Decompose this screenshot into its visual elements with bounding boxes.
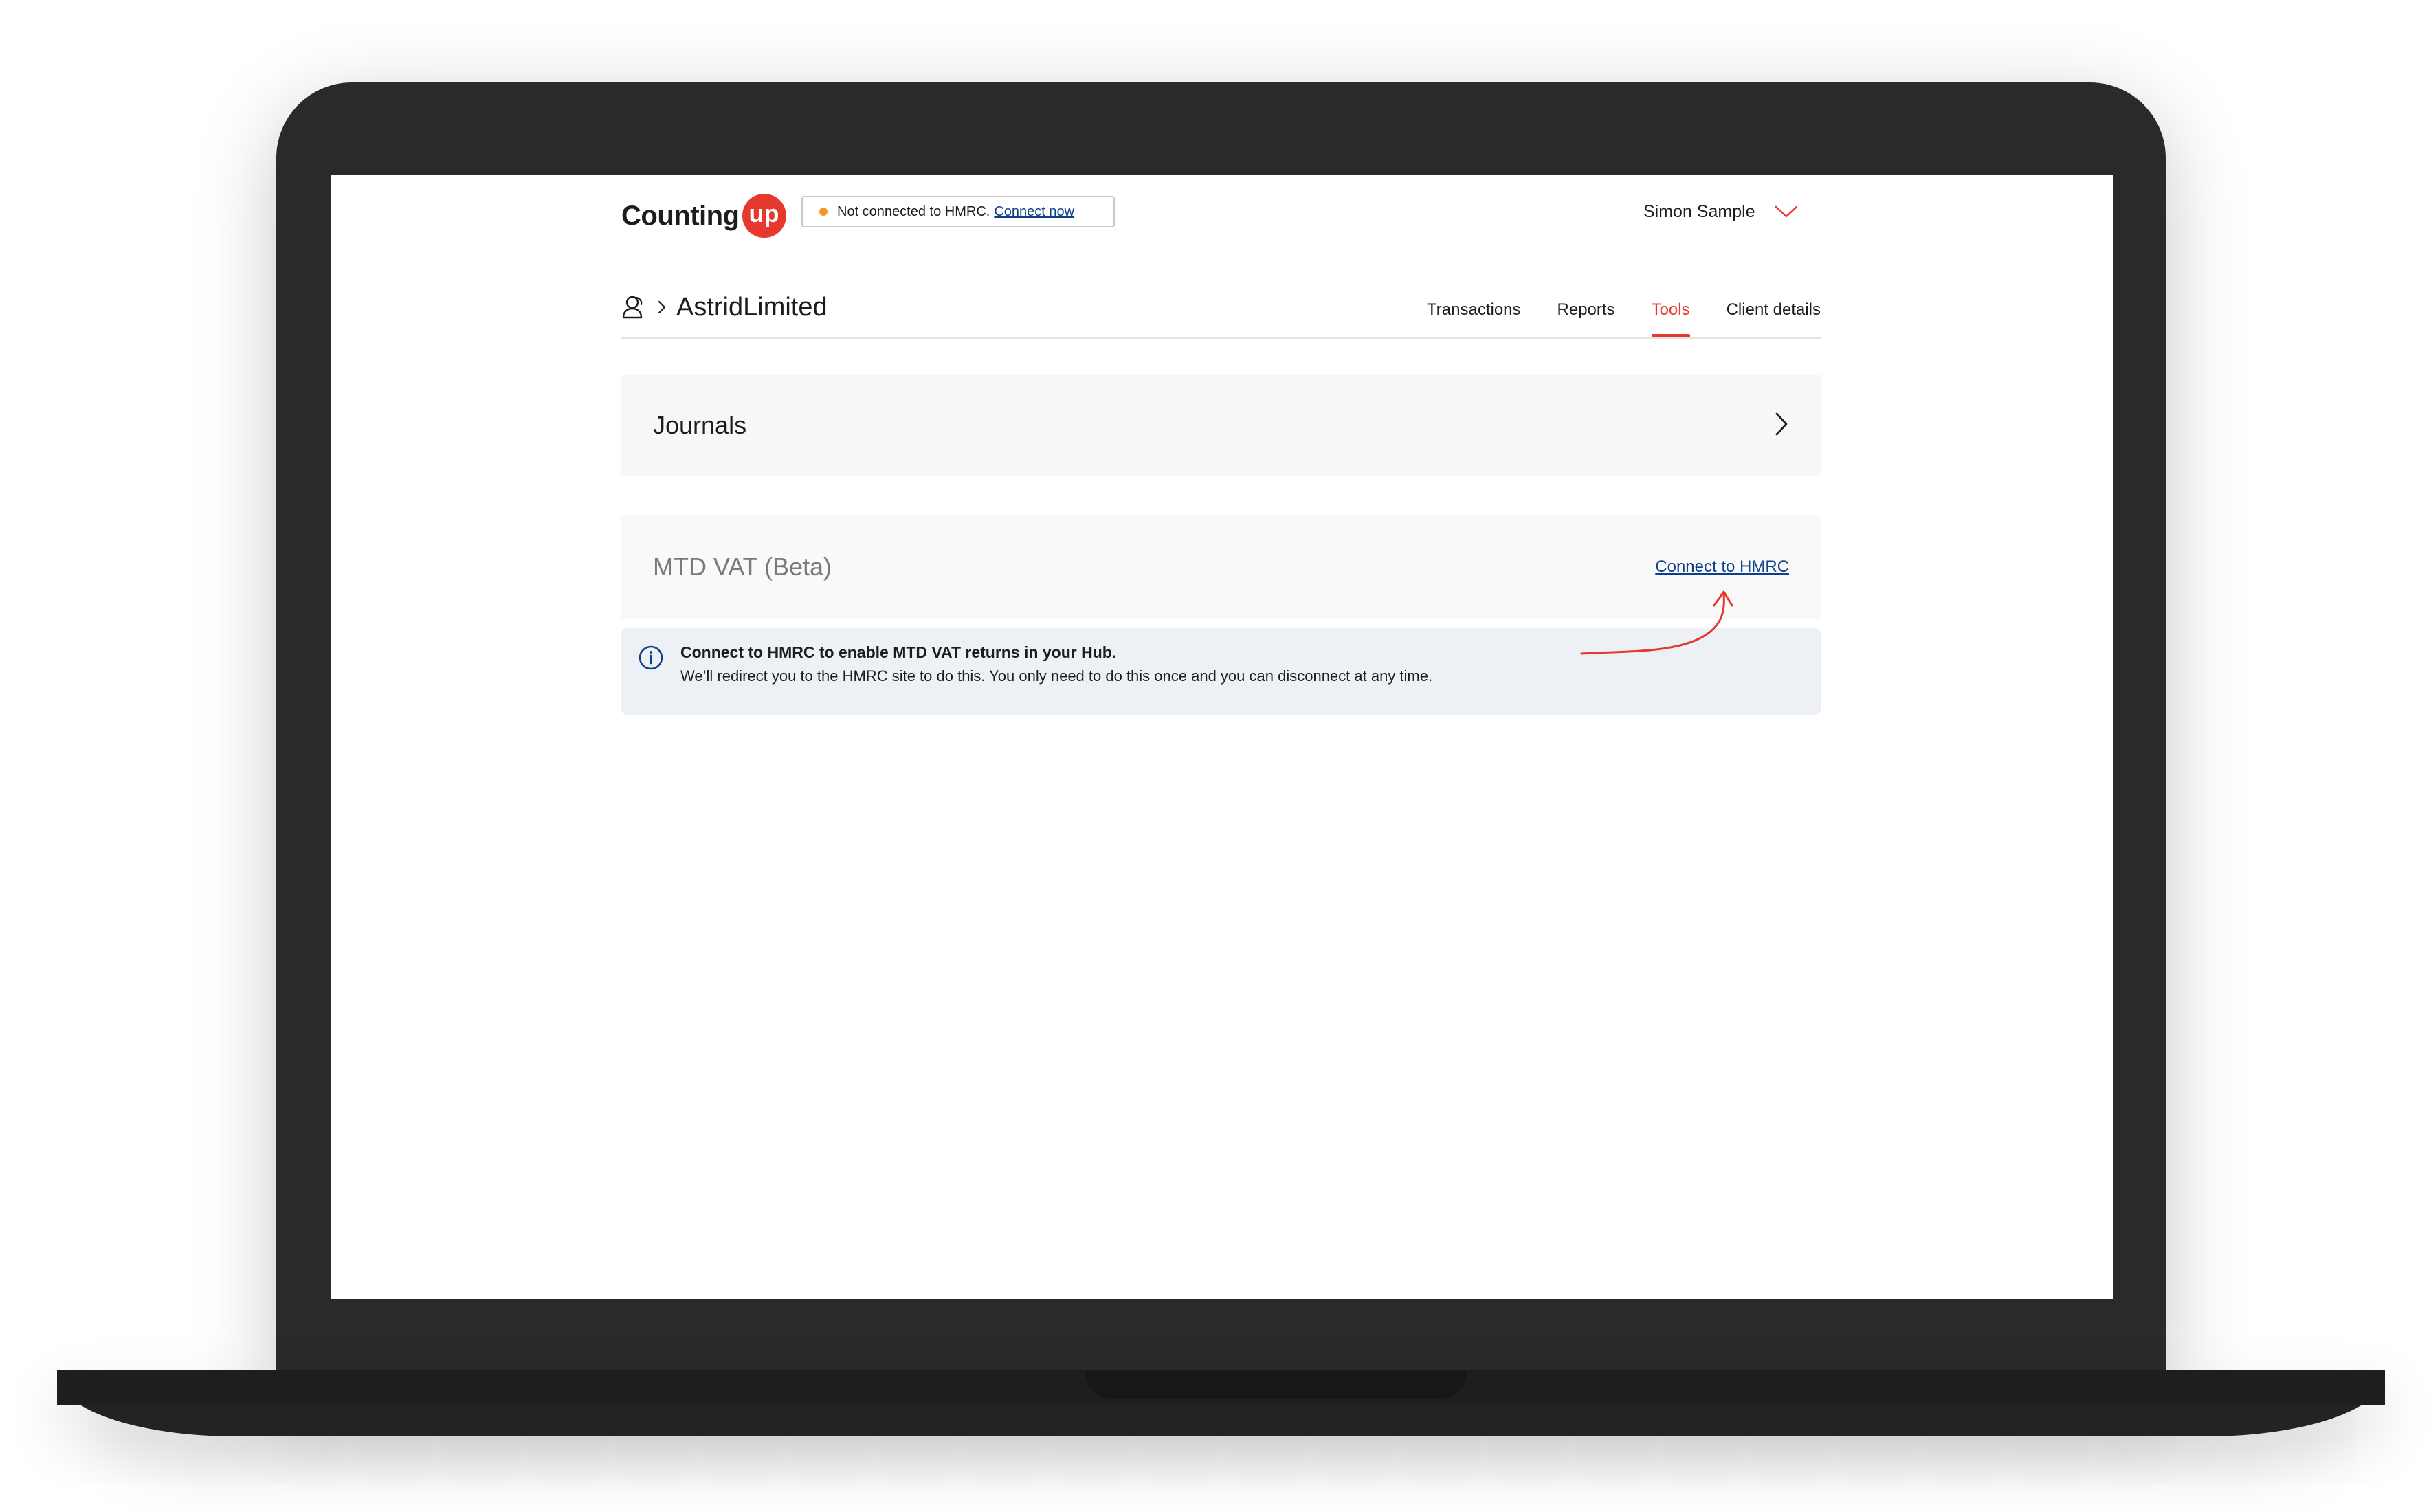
hmrc-status-text: Not connected to HMRC.: [837, 203, 990, 219]
mtd-vat-title: MTD VAT (Beta): [653, 553, 832, 581]
hmrc-info-banner: Connect to HMRC to enable MTD VAT return…: [621, 628, 1821, 715]
info-title: Connect to HMRC to enable MTD VAT return…: [680, 643, 1117, 661]
client-name: AstridLimited: [676, 292, 828, 322]
client-icon[interactable]: [621, 295, 645, 320]
connect-to-hmrc-link[interactable]: Connect to HMRC: [1655, 557, 1789, 577]
logo-text: Counting: [621, 200, 740, 231]
user-name: Simon Sample: [1643, 201, 1755, 221]
tab-client-details[interactable]: Client details: [1727, 292, 1821, 333]
info-icon: [638, 645, 664, 715]
tab-transactions[interactable]: Transactions: [1427, 292, 1521, 333]
logo-badge: up: [742, 194, 786, 238]
tab-tools[interactable]: Tools: [1651, 292, 1690, 337]
laptop-notch: [1085, 1370, 1467, 1399]
client-tabs: Transactions Reports Tools Client detail…: [1390, 292, 1821, 337]
breadcrumb-chevron-icon: [657, 300, 667, 315]
laptop-screen: Counting up Not connected to HMRC. Conne…: [331, 175, 2113, 1299]
chevron-down-icon: [1775, 205, 1798, 219]
countingup-logo[interactable]: Counting up: [621, 191, 786, 241]
user-menu[interactable]: Simon Sample: [1643, 196, 1798, 227]
info-body: We’ll redirect you to the HMRC site to d…: [680, 667, 1433, 685]
chevron-right-icon: [1774, 412, 1789, 440]
mtd-vat-card: MTD VAT (Beta) Connect to HMRC: [621, 515, 1821, 619]
tab-reports[interactable]: Reports: [1557, 292, 1615, 333]
journals-title: Journals: [653, 411, 747, 439]
laptop-base: [57, 1370, 2385, 1436]
connect-now-link[interactable]: Connect now: [994, 204, 1074, 220]
info-text: Connect to HMRC to enable MTD VAT return…: [680, 643, 1432, 715]
breadcrumb: AstridLimited: [621, 287, 828, 328]
hmrc-status-badge: Not connected to HMRC. Connect now: [801, 196, 1115, 227]
header-divider: [621, 337, 1821, 339]
status-dot-icon: [819, 208, 828, 216]
journals-card[interactable]: Journals: [621, 375, 1821, 476]
